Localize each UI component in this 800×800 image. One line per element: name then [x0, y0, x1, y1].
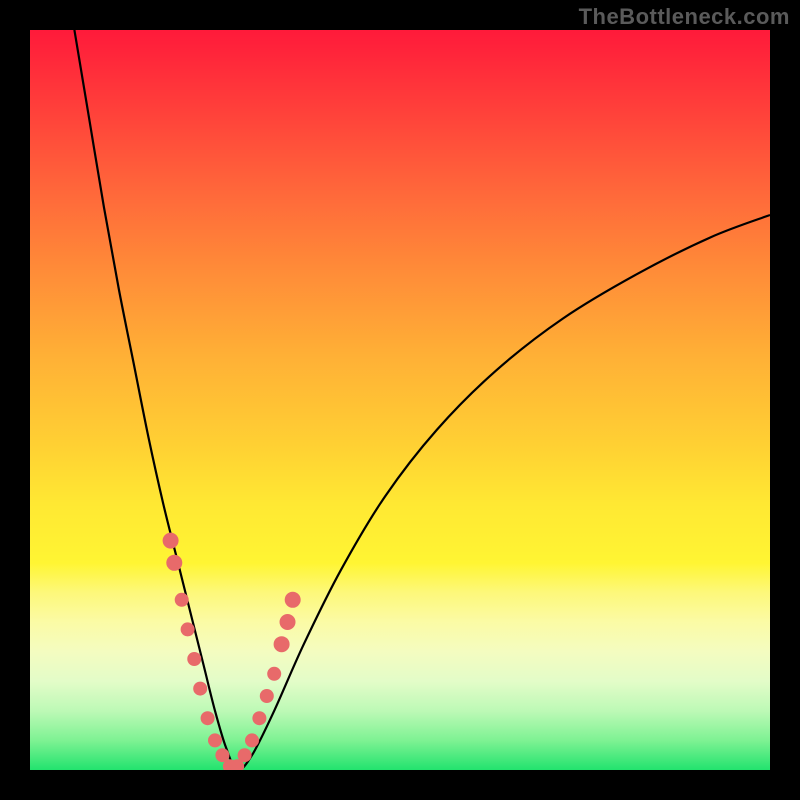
curve-marker — [166, 555, 182, 571]
curve-marker — [201, 711, 215, 725]
curve-markers — [163, 533, 301, 770]
curve-marker — [285, 592, 301, 608]
watermark-text: TheBottleneck.com — [579, 4, 790, 30]
curve-marker — [175, 593, 189, 607]
curve-marker — [267, 667, 281, 681]
curve-marker — [252, 711, 266, 725]
curve-marker — [280, 614, 296, 630]
curve-marker — [238, 748, 252, 762]
bottleneck-curve — [74, 30, 770, 770]
curve-marker — [245, 733, 259, 747]
chart-svg — [30, 30, 770, 770]
plot-area — [30, 30, 770, 770]
curve-marker — [274, 636, 290, 652]
curve-marker — [187, 652, 201, 666]
chart-frame: TheBottleneck.com — [0, 0, 800, 800]
curve-marker — [193, 682, 207, 696]
curve-marker — [260, 689, 274, 703]
curve-marker — [163, 533, 179, 549]
curve-marker — [181, 622, 195, 636]
curve-marker — [208, 733, 222, 747]
